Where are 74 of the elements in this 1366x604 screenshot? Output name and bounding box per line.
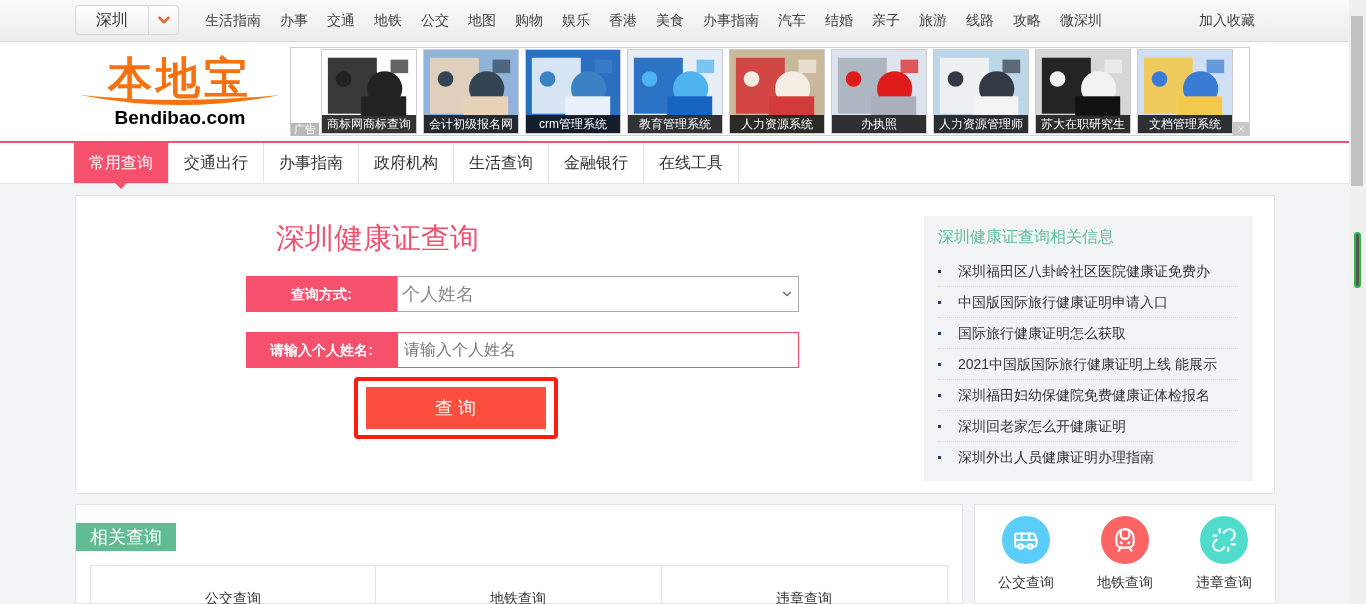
nav-link[interactable]: 交通 bbox=[327, 9, 355, 31]
info-link[interactable]: 深圳福田妇幼保健院免费健康证体检报名 bbox=[958, 384, 1210, 406]
ad-caption: 商标网商标查询 bbox=[322, 115, 416, 134]
link-icon[interactable] bbox=[1199, 516, 1248, 564]
nav-link[interactable]: 娱乐 bbox=[562, 9, 590, 31]
ad-tile[interactable]: 文档管理系统 bbox=[1137, 49, 1233, 135]
nav-link[interactable]: 线路 bbox=[966, 9, 994, 31]
ad-caption: 会计初级报名网 bbox=[424, 115, 518, 134]
info-link[interactable]: 国际旅行健康证明怎么获取 bbox=[958, 322, 1126, 344]
info-link[interactable]: 中国版国际旅行健康证明申请入口 bbox=[958, 291, 1168, 313]
bullet-icon bbox=[938, 424, 941, 428]
query-link[interactable]: 违章查询 bbox=[776, 590, 833, 604]
bullet-icon bbox=[938, 456, 941, 460]
ad-tile[interactable]: 商标网商标查询 bbox=[321, 49, 417, 135]
logo-domain: Bendibao.com bbox=[114, 106, 246, 129]
related-info-title: 深圳健康证查询相关信息 bbox=[938, 227, 1115, 248]
ad-tile[interactable]: 会计初级报名网 bbox=[423, 49, 519, 135]
ad-caption: 人力资源系统 bbox=[730, 115, 824, 134]
ad-tile[interactable]: 办执照 bbox=[831, 49, 927, 135]
bullet-icon bbox=[938, 393, 941, 397]
ad-tile[interactable]: 苏大在职研究生 bbox=[1035, 49, 1131, 135]
nav-link[interactable]: 微深圳 bbox=[1060, 9, 1102, 31]
nav-link[interactable]: 结婚 bbox=[825, 9, 853, 31]
nav-link[interactable]: 办事指南 bbox=[703, 9, 759, 31]
nav-link[interactable]: 办事 bbox=[280, 9, 308, 31]
tab-pointer-icon bbox=[115, 183, 127, 190]
info-link[interactable]: 2021中国版国际旅行健康证明上线 能展示 bbox=[958, 353, 1218, 375]
ad-label: 广告 bbox=[291, 123, 319, 137]
info-link[interactable]: 深圳福田区八卦岭社区医院健康证免费办 bbox=[958, 260, 1210, 282]
nav-link[interactable]: 亲子 bbox=[872, 9, 900, 31]
shortcut-link[interactable]: 地铁查询 bbox=[1097, 574, 1153, 590]
close-icon[interactable] bbox=[1233, 122, 1249, 137]
info-link[interactable]: 深圳外出人员健康证明办理指南 bbox=[958, 447, 1154, 469]
bullet-icon bbox=[938, 300, 941, 304]
bullet-icon bbox=[938, 269, 941, 273]
logo-name: 本地宝 bbox=[108, 54, 252, 101]
ad-caption: 教育管理系统 bbox=[628, 115, 722, 134]
ad-tile[interactable]: 人力资源管理师 bbox=[933, 49, 1029, 135]
ad-caption: 苏大在职研究生 bbox=[1036, 115, 1130, 134]
ad-tile[interactable]: crm管理系统 bbox=[525, 49, 621, 135]
ad-caption: 办执照 bbox=[832, 115, 926, 134]
nav-link[interactable]: 攻略 bbox=[1013, 9, 1041, 31]
field-label: 请输入个人姓名: bbox=[246, 332, 397, 369]
field-label: 查询方式: bbox=[246, 276, 397, 313]
bullet-icon bbox=[938, 362, 941, 366]
info-link[interactable]: 深圳回老家怎么开健康证明 bbox=[958, 415, 1126, 437]
shortcut-link[interactable]: 公交查询 bbox=[998, 574, 1055, 590]
nav-link[interactable]: 旅游 bbox=[919, 9, 947, 31]
nav-link[interactable]: 地铁 bbox=[374, 9, 402, 31]
page-title: 深圳健康证查询 bbox=[276, 221, 480, 257]
nav-link[interactable]: 地图 bbox=[468, 9, 496, 31]
nav-link[interactable]: 公交 bbox=[421, 9, 449, 31]
ad-tile[interactable]: 教育管理系统 bbox=[627, 49, 723, 135]
section-title: 相关查询 bbox=[76, 523, 176, 551]
method-select[interactable]: 个人姓名 bbox=[397, 276, 799, 313]
city-name: 深圳 bbox=[95, 10, 129, 31]
nav-link[interactable]: 汽车 bbox=[778, 9, 806, 31]
bus-icon[interactable] bbox=[1002, 516, 1051, 564]
nav-link[interactable]: 购物 bbox=[515, 9, 543, 31]
logo[interactable]: 本地宝 Bendibao.com bbox=[75, 46, 285, 137]
shortcut-link[interactable]: 违章查询 bbox=[1195, 574, 1252, 590]
nav-link[interactable]: 生活指南 bbox=[205, 9, 261, 31]
query-link[interactable]: 地铁查询 bbox=[490, 590, 547, 604]
name-input[interactable]: 请输入个人姓名 bbox=[397, 332, 799, 369]
bullet-icon bbox=[938, 331, 941, 335]
bookmark-link[interactable]: 加入收藏 bbox=[1199, 9, 1255, 31]
train-icon[interactable] bbox=[1101, 516, 1149, 564]
ad-caption: crm管理系统 bbox=[526, 115, 620, 134]
ad-tile[interactable]: 人力资源系统 bbox=[729, 49, 825, 135]
city-selector[interactable]: 深圳 bbox=[75, 5, 179, 36]
nav-link[interactable]: 美食 bbox=[656, 9, 684, 31]
nav-link[interactable]: 香港 bbox=[609, 9, 637, 31]
ad-caption: 人力资源管理师 bbox=[934, 115, 1028, 134]
ad-caption: 文档管理系统 bbox=[1138, 115, 1232, 134]
